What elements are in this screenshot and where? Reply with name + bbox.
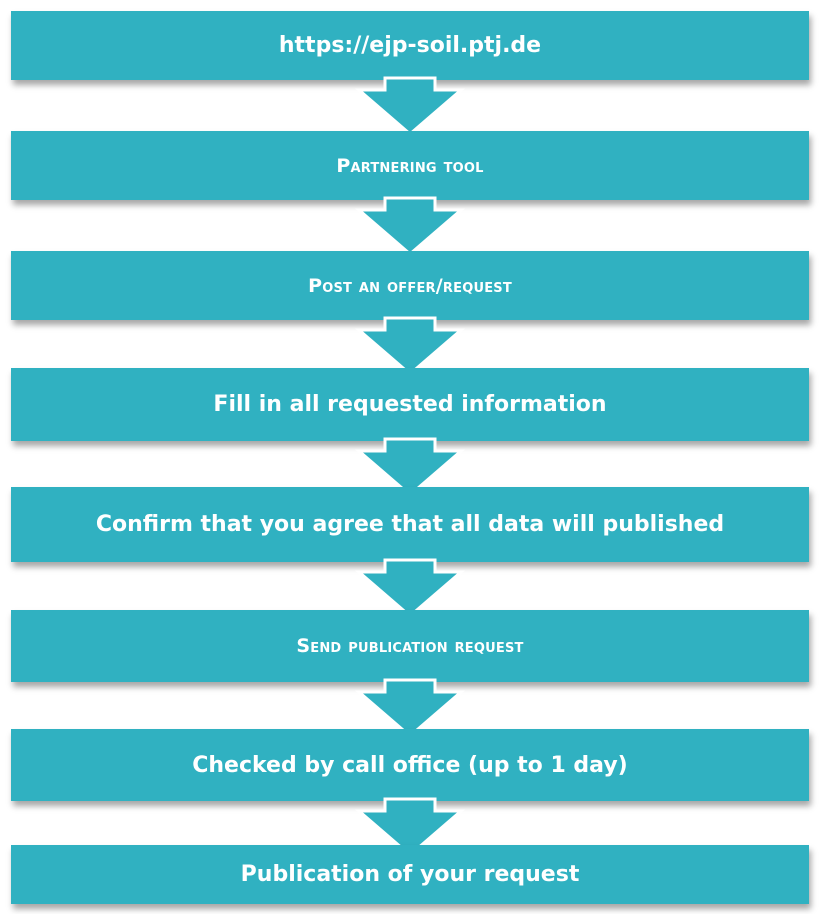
step-label: https://ejp-soil.ptj.de (278, 33, 542, 58)
step-post-offer: Post an offer/request (11, 251, 809, 320)
step-publication: Publication of your request (11, 845, 809, 904)
step-label: Fill in all requested information (213, 392, 607, 417)
step-label: Post an offer/request (308, 274, 512, 297)
step-label: Confirm that you agree that all data wil… (95, 512, 725, 537)
step-label: Publication of your request (240, 862, 580, 887)
step-website: https://ejp-soil.ptj.de (11, 11, 809, 80)
down-arrow-icon (0, 558, 821, 618)
step-label: Partnering tool (336, 154, 484, 177)
down-arrow-icon (0, 196, 821, 256)
step-call-office-check: Checked by call office (up to 1 day) (11, 729, 809, 801)
down-arrow-icon (0, 76, 821, 136)
step-partnering-tool: Partnering tool (11, 131, 809, 200)
step-fill-information: Fill in all requested information (11, 368, 809, 441)
step-send-request: Send publication request (11, 610, 809, 682)
step-confirm-publish: Confirm that you agree that all data wil… (11, 487, 809, 562)
step-label: Checked by call office (up to 1 day) (192, 752, 628, 778)
step-label: Send publication request (296, 635, 524, 657)
down-arrow-icon (0, 316, 821, 376)
